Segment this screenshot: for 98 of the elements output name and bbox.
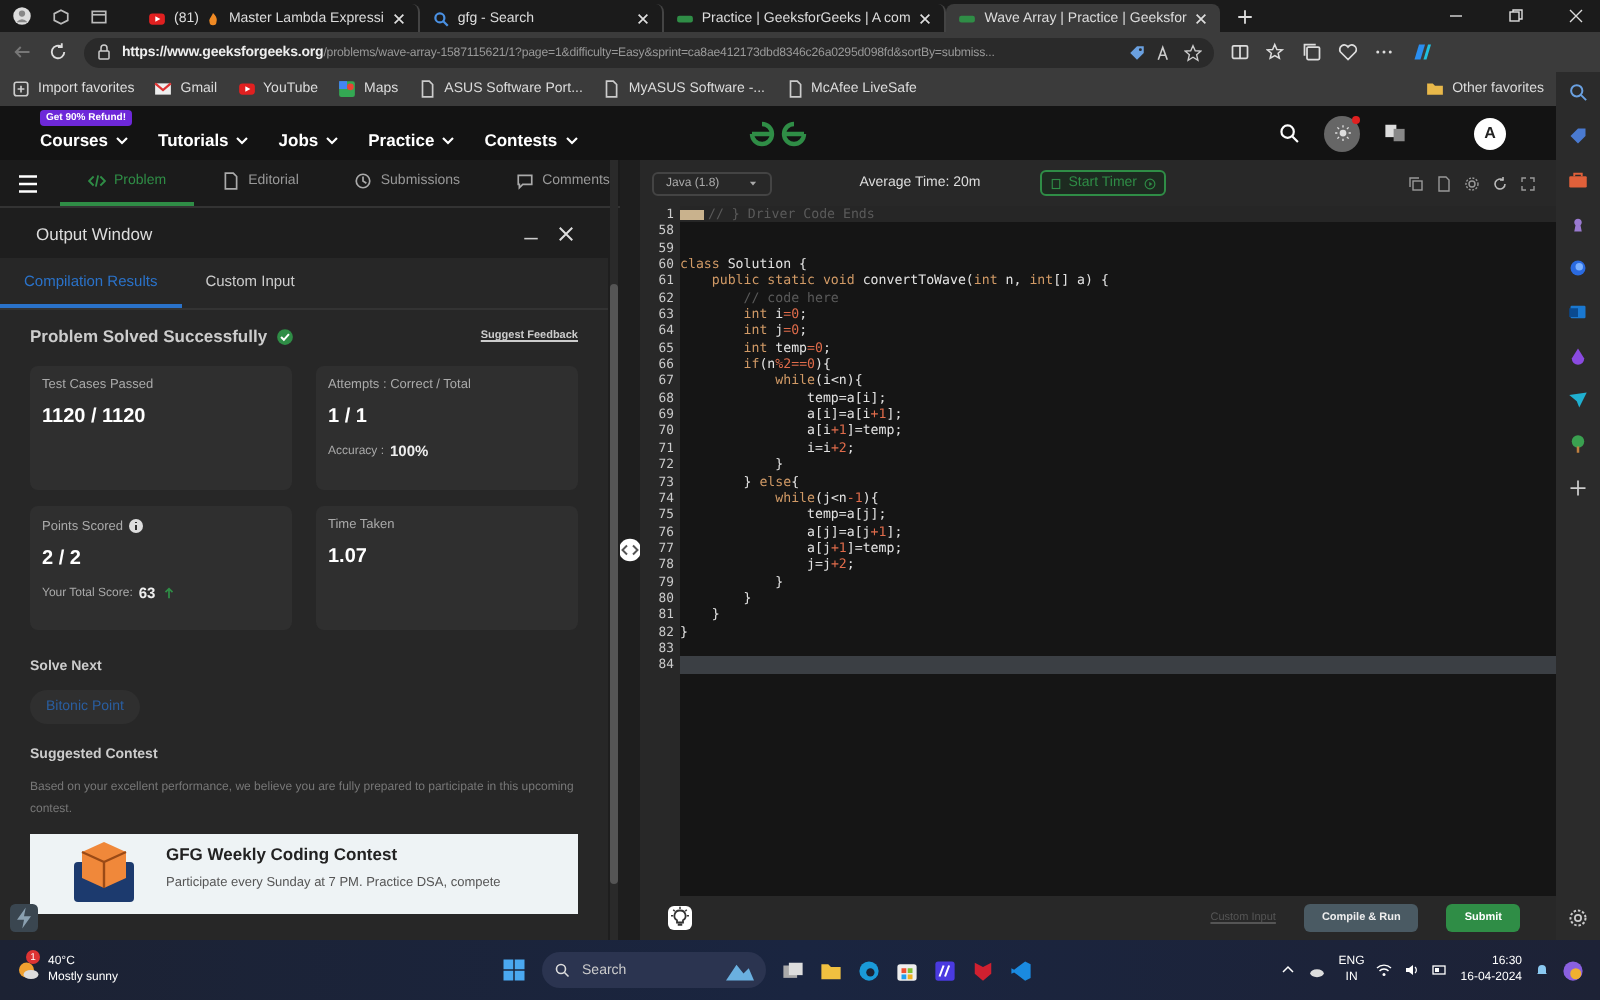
stat-value: 2 / 2: [42, 548, 83, 570]
page-icon: [602, 80, 621, 98]
reset-icon[interactable]: [1492, 175, 1508, 191]
heart-icon[interactable]: [1338, 42, 1358, 62]
send-icon[interactable]: [1568, 390, 1588, 410]
import-icon: [12, 80, 30, 98]
stat-value: 1 / 1: [328, 406, 369, 428]
nav-menu-item[interactable]: Tutorials: [158, 129, 251, 149]
stat-value: 1120 / 1120: [42, 406, 148, 428]
timer-icon: [1050, 177, 1063, 189]
profile-icon[interactable]: [12, 6, 32, 26]
dropdown-arrow-icon: [747, 178, 758, 188]
add-icon[interactable]: [1568, 478, 1588, 498]
settings-icon[interactable]: [1568, 908, 1588, 928]
tree-icon[interactable]: [1568, 434, 1588, 454]
folder-icon[interactable]: [820, 959, 843, 981]
folder-icon: [1426, 80, 1445, 98]
workspaces-icon[interactable]: [52, 7, 70, 25]
briefcase-icon[interactable]: [1568, 170, 1588, 190]
resize-handle-icon[interactable]: [618, 538, 642, 562]
map-pin-icon: [338, 80, 357, 98]
back-icon[interactable]: [12, 42, 32, 62]
chat-icon: [516, 172, 535, 190]
shield-icon[interactable]: [972, 959, 995, 981]
search-icon[interactable]: [1278, 122, 1300, 144]
stat-value: 1.07: [328, 546, 369, 568]
search-icon: [554, 962, 571, 978]
close-icon[interactable]: [1568, 8, 1584, 24]
flame-icon: [206, 11, 221, 25]
sun-icon: [1333, 124, 1351, 142]
notification-dot: [1352, 115, 1360, 123]
page-icon: [785, 80, 803, 98]
result-status: Problem Solved Successfully: [30, 326, 268, 346]
user-avatar[interactable]: A: [1474, 117, 1506, 149]
chevron-up-icon[interactable]: [1280, 962, 1297, 978]
collections-icon[interactable]: [1302, 42, 1322, 62]
task-view-icon[interactable]: [782, 959, 805, 981]
drop-icon[interactable]: [1568, 346, 1588, 366]
chevron-down-icon: [234, 131, 251, 147]
document-icon: [222, 172, 241, 190]
battery-icon[interactable]: [1432, 962, 1449, 978]
tab-actions-icon[interactable]: [90, 7, 108, 25]
chevron-down-icon: [114, 131, 131, 147]
new-tab-icon[interactable]: [1236, 7, 1255, 25]
bell-icon[interactable]: [1534, 962, 1550, 978]
tag-icon[interactable]: [1128, 43, 1146, 61]
weather-sun-icon[interactable]: [16, 958, 40, 982]
bolt-icon[interactable]: [10, 904, 38, 932]
edge-browser-icon[interactable]: [858, 959, 881, 981]
nav-menu-item[interactable]: Contests: [484, 129, 580, 149]
nav-menu-item[interactable]: Courses: [40, 129, 131, 149]
volume-icon[interactable]: [1404, 962, 1421, 978]
fold-marker[interactable]: [680, 209, 704, 220]
copy-icon[interactable]: [1408, 175, 1424, 191]
read-aloud-icon[interactable]: [1156, 43, 1174, 61]
code-editor-icon[interactable]: [1010, 959, 1033, 981]
app-icon[interactable]: [934, 959, 957, 981]
close-icon[interactable]: [391, 11, 406, 25]
nav-menu-item[interactable]: Jobs: [278, 129, 341, 149]
copilot-icon[interactable]: [1410, 40, 1434, 64]
video-icon: [237, 80, 256, 98]
menu-icon[interactable]: [16, 171, 40, 195]
clock-icon: [354, 172, 373, 190]
star-icon[interactable]: [1184, 43, 1202, 61]
play-icon: [1143, 177, 1155, 189]
theme-toggle[interactable]: [1324, 115, 1360, 151]
lock-icon: [96, 44, 112, 60]
split-screen-icon[interactable]: [1230, 42, 1250, 62]
contest-title: GFG Weekly Coding Contest: [166, 844, 400, 864]
close-icon[interactable]: [1194, 11, 1209, 25]
info-icon[interactable]: [128, 518, 145, 534]
settings-icon[interactable]: [1464, 175, 1480, 191]
chess-piece-icon[interactable]: [1568, 214, 1588, 234]
tag-icon[interactable]: [1568, 126, 1588, 146]
chevron-down-icon: [563, 131, 580, 147]
file-icon[interactable]: [1436, 175, 1452, 191]
nav-menu-item[interactable]: Practice: [368, 129, 457, 149]
close-icon[interactable]: [918, 11, 933, 25]
page-icon: [418, 80, 437, 98]
wifi-icon[interactable]: [1376, 962, 1393, 978]
windows-start-icon[interactable]: [502, 958, 527, 982]
scrollbar-thumb[interactable]: [610, 284, 618, 884]
video-icon: [148, 9, 166, 27]
search-icon: [431, 9, 450, 27]
store-icon[interactable]: [896, 959, 919, 981]
close-icon[interactable]: [635, 11, 650, 25]
close-icon[interactable]: [556, 223, 576, 243]
check-circle-icon: [275, 327, 294, 345]
code-icon: [88, 172, 106, 190]
fullscreen-icon[interactable]: [1520, 175, 1536, 191]
output-window-title: Output Window: [36, 223, 153, 243]
reload-icon[interactable]: [48, 42, 68, 62]
chevron-down-icon: [324, 131, 341, 147]
chevron-down-icon: [440, 131, 457, 147]
favorites-icon[interactable]: [1266, 42, 1286, 62]
restore-icon[interactable]: [1508, 8, 1524, 24]
lightbulb-icon[interactable]: [668, 906, 692, 930]
copilot-taskbar-icon[interactable]: [1562, 959, 1584, 981]
